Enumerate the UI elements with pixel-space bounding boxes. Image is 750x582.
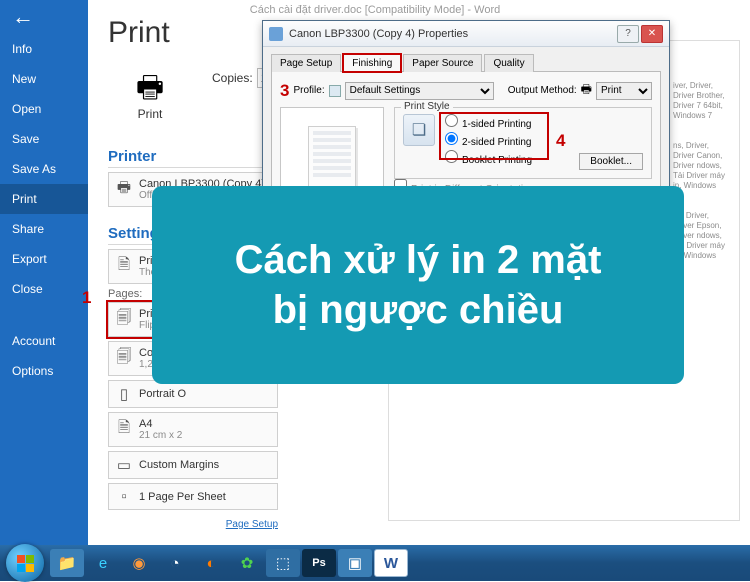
overflow-text-a: iver, Driver, Driver Brother, Driver 7 6…	[673, 81, 729, 121]
print-style-group: Print Style ❏ 1-sided Printing2-sided Pr…	[394, 107, 652, 179]
close-window-button[interactable]: ✕	[641, 25, 663, 43]
help-window-button[interactable]: ?	[617, 25, 639, 43]
printer-icon: 🖶	[109, 73, 191, 103]
setting-icon: 🗎	[115, 254, 133, 279]
setting-icon: ▭	[115, 456, 133, 474]
red-marker-4: 4	[556, 131, 565, 151]
setting-icon: 🗐	[115, 307, 133, 332]
profile-label: Profile:	[293, 85, 324, 96]
sidebar-item-close[interactable]: Close	[0, 274, 88, 304]
page-setup-link[interactable]: Page Setup	[226, 519, 278, 530]
output-method-select[interactable]: Print	[596, 82, 652, 100]
sidebar-item-account[interactable]: Account	[0, 326, 88, 356]
red-marker-1: 1	[82, 288, 91, 308]
dialog-title: Canon LBP3300 (Copy 4) Properties	[289, 28, 615, 40]
windows-taskbar[interactable]: 📁 e ◉ ◔ ◐ ✿ ⬚ Ps ▣ W	[0, 545, 750, 581]
print-style-legend: Print Style	[401, 101, 453, 112]
print-method-icon: 🖶	[581, 80, 592, 101]
sidebar-item-share[interactable]: Share	[0, 214, 88, 244]
sidebar-item-open[interactable]: Open	[0, 94, 88, 124]
tab-quality[interactable]: Quality	[484, 54, 533, 72]
setting-option-4[interactable]: 🗎A421 cm x 2	[108, 412, 278, 447]
setting-icon: ▯	[115, 385, 133, 403]
print-button[interactable]: 🖶 Print	[108, 68, 192, 130]
taskbar-photoshop-icon[interactable]: Ps	[302, 549, 336, 577]
taskbar-explorer-icon[interactable]: 📁	[50, 549, 84, 577]
overlay-banner: Cách xử lý in 2 mặt bị ngược chiều	[152, 186, 684, 384]
taskbar-ie-icon[interactable]: e	[86, 549, 120, 577]
sidebar-item-save-as[interactable]: Save As	[0, 154, 88, 184]
red-marker-3: 3	[280, 81, 289, 101]
print-button-label: Print	[109, 107, 191, 121]
duplex-icon: ❏	[403, 114, 435, 146]
taskbar-chrome-icon[interactable]: ◔	[158, 549, 192, 577]
setting-icon: ▫	[115, 488, 133, 505]
output-method-label: Output Method:	[508, 85, 577, 96]
setting-option-6[interactable]: ▫1 Page Per Sheet	[108, 483, 278, 510]
sidebar-item-options[interactable]: Options	[0, 356, 88, 386]
banner-line-2: bị ngược chiều	[273, 285, 564, 335]
taskbar-media-icon[interactable]: ◉	[122, 549, 156, 577]
taskbar-app1-icon[interactable]: ⬚	[266, 549, 300, 577]
dialog-app-icon	[269, 27, 283, 41]
banner-line-1: Cách xử lý in 2 mặt	[235, 235, 602, 285]
copies-label: Copies:	[212, 71, 253, 85]
sidebar-item-new[interactable]: New	[0, 64, 88, 94]
setting-option-5[interactable]: ▭Custom Margins	[108, 451, 278, 479]
setting-icon: 🗐	[115, 346, 133, 371]
profile-select[interactable]: Default Settings	[345, 82, 494, 100]
taskbar-app2-icon[interactable]: ▣	[338, 549, 372, 577]
tab-finishing[interactable]: Finishing	[343, 54, 401, 72]
start-button[interactable]	[6, 544, 44, 582]
taskbar-firefox-icon[interactable]: ◐	[194, 549, 228, 577]
overflow-text-b: ns, Driver, Driver Canon, Driver ndows, …	[673, 141, 729, 191]
sidebar-item-print[interactable]: Print	[0, 184, 88, 214]
dialog-titlebar[interactable]: Canon LBP3300 (Copy 4) Properties ? ✕	[263, 21, 669, 47]
tab-paper-source[interactable]: Paper Source	[403, 54, 482, 72]
taskbar-coccoc-icon[interactable]: ✿	[230, 549, 264, 577]
taskbar-word-icon[interactable]: W	[374, 549, 408, 577]
sidebar-item-export[interactable]: Export	[0, 244, 88, 274]
sidebar-item-save[interactable]: Save	[0, 124, 88, 154]
backstage-sidebar: ← InfoNewOpenSaveSave AsPrintShareExport…	[0, 0, 88, 581]
back-arrow-icon[interactable]: ←	[0, 0, 88, 34]
setting-option-3[interactable]: ▯Portrait O	[108, 380, 278, 408]
booklet-button[interactable]: Booklet...	[579, 153, 643, 170]
setting-icon: 🗎	[115, 417, 133, 442]
printer-small-icon: 🖶	[115, 177, 133, 202]
sidebar-item-info[interactable]: Info	[0, 34, 88, 64]
highlight-rectangle	[439, 112, 549, 160]
profile-icon	[329, 85, 341, 97]
tab-page-setup[interactable]: Page Setup	[271, 54, 341, 72]
